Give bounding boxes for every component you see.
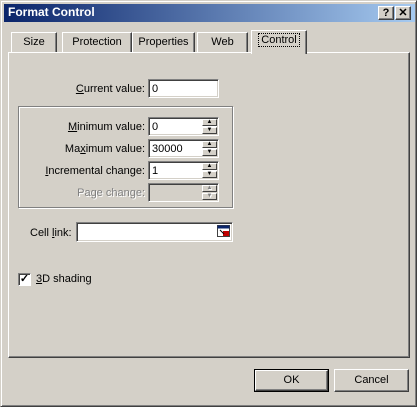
checkmark-icon: ✓ bbox=[19, 273, 30, 285]
page-change-field: ▲ ▼ bbox=[148, 183, 219, 202]
tab-web[interactable]: Web bbox=[197, 32, 248, 52]
3d-shading-checkbox[interactable]: ✓ bbox=[18, 273, 31, 286]
incremental-change-label: Incremental change: bbox=[45, 165, 145, 177]
page-change-label: Page change: bbox=[77, 187, 145, 199]
maximum-value-field[interactable]: 30000 ▲ ▼ bbox=[148, 139, 219, 158]
minimum-value-spinner[interactable]: ▲ ▼ bbox=[202, 119, 217, 134]
minimum-value-text: 0 bbox=[152, 121, 159, 133]
close-button[interactable]: ✕ bbox=[395, 6, 411, 20]
tab-control-label: Control bbox=[258, 33, 300, 47]
cell-link-label: Cell link: bbox=[30, 227, 72, 239]
incremental-change-text: 1 bbox=[152, 165, 159, 177]
close-icon: ✕ bbox=[398, 7, 408, 19]
tab-properties-label: Properties bbox=[138, 36, 189, 48]
tab-web-label: Web bbox=[211, 36, 234, 48]
cancel-button[interactable]: Cancel bbox=[334, 369, 409, 392]
tab-size-label: Size bbox=[23, 36, 45, 48]
minimum-value-label: Minimum value: bbox=[67, 121, 145, 133]
current-value-text: 0 bbox=[152, 83, 159, 95]
control-tab-panel: Current value: 0 Minimum value: 0 ▲ ▼ Ma… bbox=[8, 52, 410, 358]
page-change-spinner: ▲ ▼ bbox=[202, 185, 217, 200]
spin-down-icon[interactable]: ▼ bbox=[202, 171, 217, 178]
incremental-change-spinner[interactable]: ▲ ▼ bbox=[202, 163, 217, 178]
maximum-value-spinner[interactable]: ▲ ▼ bbox=[202, 141, 217, 156]
dialog-title: Format Control bbox=[8, 5, 95, 19]
minimum-value-field[interactable]: 0 ▲ ▼ bbox=[148, 117, 219, 136]
tab-properties[interactable]: Properties bbox=[132, 32, 195, 52]
tab-protection[interactable]: Protection bbox=[62, 32, 132, 52]
collapse-dialog-icon[interactable] bbox=[217, 225, 230, 237]
cancel-button-label: Cancel bbox=[354, 374, 389, 386]
tab-size[interactable]: Size bbox=[11, 32, 57, 52]
help-button[interactable]: ? bbox=[378, 6, 394, 20]
format-control-dialog: Format Control ? ✕ Size Protection Prope… bbox=[0, 0, 417, 407]
current-value-field[interactable]: 0 bbox=[148, 79, 219, 98]
spin-down-icon[interactable]: ▼ bbox=[202, 127, 217, 134]
help-icon: ? bbox=[382, 7, 390, 19]
spin-up-icon[interactable]: ▲ bbox=[202, 141, 217, 148]
maximum-value-label: Maximum value: bbox=[64, 143, 145, 155]
maximum-value-text: 30000 bbox=[152, 143, 183, 155]
tab-protection-label: Protection bbox=[72, 36, 122, 48]
spin-up-icon: ▲ bbox=[202, 185, 217, 192]
title-bar[interactable]: Format Control ? ✕ bbox=[4, 4, 415, 22]
ok-button-face: OK bbox=[255, 370, 328, 391]
cell-link-field[interactable] bbox=[76, 222, 233, 242]
incremental-change-field[interactable]: 1 ▲ ▼ bbox=[148, 161, 219, 180]
spin-down-icon: ▼ bbox=[202, 193, 217, 200]
3d-shading-label: 3D shading bbox=[36, 273, 92, 285]
current-value-label: Current value: bbox=[75, 83, 145, 95]
tab-control[interactable]: Control bbox=[251, 30, 307, 54]
ok-button[interactable]: OK bbox=[254, 369, 329, 392]
spin-up-icon[interactable]: ▲ bbox=[202, 163, 217, 170]
spin-up-icon[interactable]: ▲ bbox=[202, 119, 217, 126]
spin-down-icon[interactable]: ▼ bbox=[202, 149, 217, 156]
